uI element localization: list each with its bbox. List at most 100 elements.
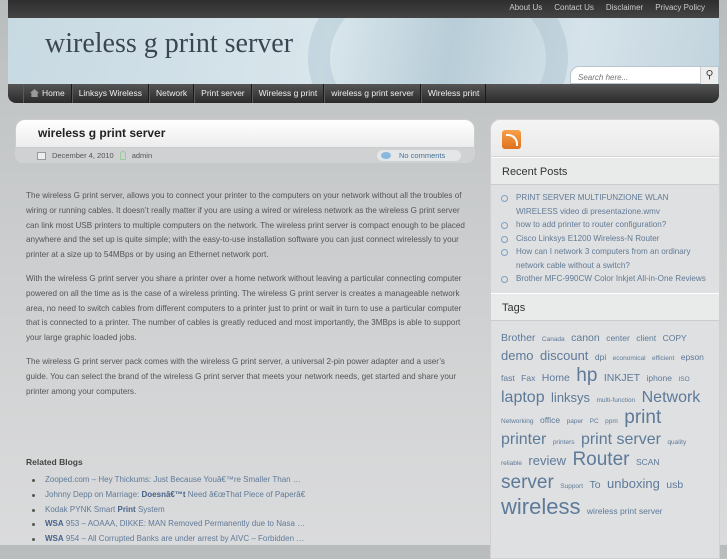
recent-post-link[interactable]: Cisco Linksys E1200 Wireless-N Router: [501, 232, 711, 246]
post-author[interactable]: admin: [132, 151, 152, 160]
nav-label: Home: [42, 88, 65, 98]
post-title[interactable]: wireless g print server: [15, 119, 475, 148]
nav-home[interactable]: Home: [23, 84, 72, 103]
search-icon[interactable]: ⚲: [700, 67, 718, 84]
tag-link[interactable]: demo: [501, 348, 534, 363]
tag-link[interactable]: print server: [581, 431, 661, 448]
tag-link[interactable]: printers: [553, 439, 575, 446]
related-blog-text: Doesnâ€™t: [141, 489, 186, 499]
related-blog-text: Johnny Depp on Marriage:: [45, 489, 142, 499]
tag-link[interactable]: PC: [590, 418, 599, 425]
top-link-about[interactable]: About Us: [509, 3, 542, 12]
tag-link[interactable]: hp: [576, 365, 597, 386]
related-blog-link[interactable]: Kodak PYNK Smart Print System: [32, 503, 466, 518]
related-blog-text: Print: [117, 504, 136, 514]
tag-link[interactable]: server: [501, 472, 554, 493]
calendar-icon: [37, 151, 46, 160]
nav-wireless-g-print[interactable]: Wireless g print: [251, 84, 325, 103]
recent-post-link[interactable]: PRINT SERVER MULTIFUNZIONE WLAN WIRELESS…: [501, 191, 711, 218]
paragraph: With the wireless G print server you sha…: [26, 273, 462, 343]
tag-link[interactable]: Network: [642, 389, 701, 406]
top-link-privacy[interactable]: Privacy Policy: [655, 3, 705, 12]
tag-link[interactable]: Networking: [501, 418, 534, 425]
comments-label: No comments: [399, 151, 446, 160]
rss-icon[interactable]: [502, 130, 521, 149]
tag-link[interactable]: Canada: [542, 336, 565, 343]
related-blog-link[interactable]: Zooped.com – Hey Thickums: Just Because …: [32, 473, 466, 488]
tag-cloud: Brother Canada canon center client COPY …: [491, 321, 719, 521]
tag-link[interactable]: wireless: [501, 494, 580, 519]
home-icon: [30, 89, 39, 97]
related-blog-link[interactable]: Johnny Depp on Marriage: Doesnâ€™t Need …: [32, 488, 466, 503]
paragraph: The wireless G print server pack comes w…: [26, 356, 457, 396]
top-links: About Us Contact Us Disclaimer Privacy P…: [509, 3, 705, 12]
nav-wireless-print[interactable]: Wireless print: [420, 84, 487, 103]
top-link-disclaimer[interactable]: Disclaimer: [606, 3, 643, 12]
tag-link[interactable]: fast: [501, 373, 515, 383]
nav-linksys-wireless[interactable]: Linksys Wireless: [71, 84, 149, 103]
tag-link[interactable]: discount: [540, 348, 588, 363]
related-blog-text: WSA: [45, 534, 64, 544]
tag-link[interactable]: print: [624, 407, 661, 428]
tag-link[interactable]: center: [606, 333, 630, 343]
tag-link[interactable]: office: [540, 415, 560, 425]
tag-link[interactable]: usb: [666, 479, 683, 491]
tag-link[interactable]: canon: [571, 332, 600, 344]
top-link-contact[interactable]: Contact Us: [554, 3, 594, 12]
tag-link[interactable]: iphone: [646, 373, 672, 383]
tag-link[interactable]: efficient: [652, 355, 674, 362]
recent-posts-list: PRINT SERVER MULTIFUNZIONE WLAN WIRELESS…: [491, 185, 719, 293]
post: wireless g print server December 4, 2010…: [15, 119, 475, 163]
tag-link[interactable]: INKJET: [604, 372, 640, 384]
nav-print-server[interactable]: Print server: [194, 84, 252, 103]
recent-post-link[interactable]: how to add printer to router configurati…: [501, 218, 711, 232]
main-nav: Home Linksys Wireless Network Print serv…: [8, 84, 719, 103]
related-blog-text: Need â€œThat Piece of Paperâ€: [185, 489, 306, 499]
tag-link[interactable]: COPY: [663, 333, 687, 343]
comments-link[interactable]: No comments: [377, 150, 461, 161]
tag-link[interactable]: quality: [667, 439, 686, 446]
tag-link[interactable]: dpi: [595, 352, 606, 362]
tag-link[interactable]: Support: [560, 483, 583, 490]
related-blog-text: 954 – All Corrupted Banks are under arre…: [63, 534, 305, 544]
tag-link[interactable]: wireless print server: [587, 506, 663, 516]
tag-link[interactable]: ISO: [678, 376, 689, 383]
nav-network[interactable]: Network: [148, 84, 195, 103]
post-content: The wireless G print server, allows you …: [26, 189, 466, 408]
related-blog-text: System: [135, 504, 165, 514]
related-blog-text: Kodak PYNK Smart: [45, 504, 118, 514]
search-input[interactable]: [571, 70, 699, 84]
tag-link[interactable]: economical: [613, 355, 646, 362]
tags-title: Tags: [491, 292, 719, 321]
tag-link[interactable]: laptop: [501, 389, 545, 406]
tag-link[interactable]: Home: [542, 372, 570, 384]
rss-widget: [491, 120, 719, 157]
nav-wireless-g-print-server[interactable]: wireless g print server: [324, 84, 421, 103]
tag-link[interactable]: unboxing: [607, 476, 660, 491]
tag-link[interactable]: To: [589, 479, 600, 491]
tag-link[interactable]: reliable: [501, 460, 522, 467]
related-blog-text: WSA: [45, 519, 64, 529]
tag-link[interactable]: paper: [567, 418, 584, 425]
related-blog-link[interactable]: WSA 953 – AOAAA, DIKKE: MAN Removed Perm…: [32, 517, 466, 532]
related-blog-text: Zooped.com – Hey Thickums: Just Because …: [45, 475, 301, 484]
tag-link[interactable]: printer: [501, 431, 546, 448]
tag-link[interactable]: Fax: [521, 373, 535, 383]
tag-link[interactable]: review: [528, 453, 566, 468]
recent-post-link[interactable]: How can I network 3 computers from an or…: [501, 245, 711, 272]
site-title[interactable]: wireless g print server: [45, 28, 293, 60]
site-header: wireless g print server ⚲: [8, 18, 719, 84]
tag-link[interactable]: linksys: [551, 390, 590, 405]
search-box: ⚲: [570, 66, 719, 84]
tag-link[interactable]: multi-function: [597, 397, 636, 404]
related-title: Related Blogs: [26, 457, 83, 467]
user-icon: [119, 151, 126, 160]
paragraph: The wireless G print server, allows you …: [26, 191, 465, 260]
tag-link[interactable]: client: [636, 333, 656, 343]
tag-link[interactable]: epson: [681, 352, 704, 362]
tag-link[interactable]: SCAN: [636, 457, 660, 467]
tag-link[interactable]: ppm: [605, 418, 618, 425]
tag-link[interactable]: Brother: [501, 332, 535, 344]
tag-link[interactable]: Router: [572, 449, 629, 470]
recent-post-link[interactable]: Brother MFC-990CW Color Inkjet All-in-On…: [501, 272, 711, 286]
